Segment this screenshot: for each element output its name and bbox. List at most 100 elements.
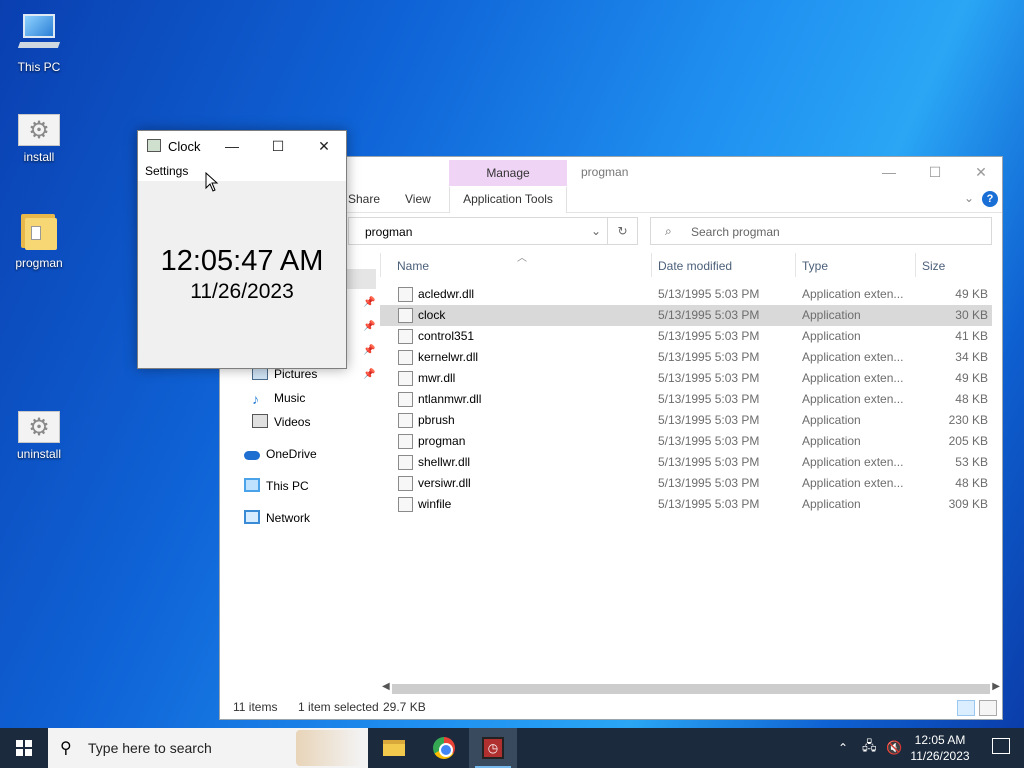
search-highlight-image xyxy=(296,730,362,766)
tab-share[interactable]: Share xyxy=(348,192,380,206)
file-icon xyxy=(398,434,413,449)
tray-overflow-icon[interactable]: ⌃ xyxy=(838,728,848,768)
file-type: Application exten... xyxy=(802,350,904,364)
taskbar-chrome[interactable] xyxy=(420,728,468,768)
column-header-name[interactable]: Name xyxy=(397,259,429,273)
file-row[interactable]: control351 5/13/1995 5:03 PM Application 41… xyxy=(380,326,992,347)
nav-item-this-pc[interactable]: This PC xyxy=(244,475,309,497)
desktop-icon-label: progman xyxy=(15,256,63,270)
maximize-button[interactable]: ☐ xyxy=(912,157,958,187)
file-row[interactable]: progman 5/13/1995 5:03 PM Application 205 K… xyxy=(380,431,992,452)
file-size: 53 KB xyxy=(955,455,988,469)
desktop-icon-label: uninstall xyxy=(16,447,62,461)
file-type: Application exten... xyxy=(802,455,904,469)
file-icon xyxy=(398,497,413,512)
taskbar-search-placeholder: Type here to search xyxy=(88,740,212,756)
horizontal-scrollbar[interactable]: ◀ ▶ xyxy=(380,681,1002,695)
desktop-icon-install[interactable]: ⚙ install xyxy=(1,108,77,164)
search-input[interactable]: ⌕ Search progman xyxy=(650,217,992,245)
scrollbar-thumb[interactable] xyxy=(392,684,990,694)
file-size: 309 KB xyxy=(948,497,988,511)
chevron-down-icon[interactable]: ⌄ xyxy=(591,224,601,238)
file-type: Application exten... xyxy=(802,287,904,301)
volume-muted-icon[interactable]: 🔇 xyxy=(886,728,902,768)
file-type: Application exten... xyxy=(802,476,904,490)
close-button[interactable]: ✕ xyxy=(958,157,1004,187)
file-date-modified: 5/13/1995 5:03 PM xyxy=(658,413,760,427)
file-date-modified: 5/13/1995 5:03 PM xyxy=(658,287,760,301)
taskbar: ⚲ Type here to search ◷ ⌃ 🖧 🔇 12:05 AM 1… xyxy=(0,728,1024,768)
address-bar[interactable]: progman ⌄ xyxy=(348,217,608,245)
taskbar-file-explorer[interactable] xyxy=(370,728,418,768)
file-row[interactable]: acledwr.dll 5/13/1995 5:03 PM Application … xyxy=(380,284,992,305)
search-placeholder: Search progman xyxy=(691,225,780,239)
clock-window: Clock — ☐ ✕ Settings 12:05:47 AM 11/26/2… xyxy=(137,130,347,369)
minimize-button[interactable]: — xyxy=(209,131,255,161)
help-icon[interactable]: ? xyxy=(982,191,998,207)
file-icon xyxy=(398,308,413,323)
notification-center-icon[interactable] xyxy=(992,738,1010,754)
clock-titlebar[interactable]: Clock — ☐ ✕ xyxy=(138,131,346,161)
taskbar-clock-app[interactable]: ◷ xyxy=(469,728,517,768)
computer-icon xyxy=(17,12,61,56)
pin-icon: 📌 xyxy=(363,369,376,380)
file-row[interactable]: kernelwr.dll 5/13/1995 5:03 PM Application… xyxy=(380,347,992,368)
file-size: 230 KB xyxy=(948,413,988,427)
file-row[interactable]: versiwr.dll 5/13/1995 5:03 PM Application … xyxy=(380,473,992,494)
tab-view[interactable]: View xyxy=(405,192,431,206)
maximize-button[interactable]: ☐ xyxy=(255,131,301,161)
pin-icon: 📌 xyxy=(363,321,376,332)
nav-item-network[interactable]: Network xyxy=(244,507,310,529)
large-icons-view-icon[interactable] xyxy=(979,700,997,716)
windows-logo-icon xyxy=(16,740,32,756)
search-icon: ⌕ xyxy=(665,224,672,238)
column-header-size[interactable]: Size xyxy=(922,259,945,273)
scroll-left-icon[interactable]: ◀ xyxy=(382,681,390,692)
file-icon xyxy=(398,413,413,428)
file-row[interactable]: mwr.dll 5/13/1995 5:03 PM Application exte… xyxy=(380,368,992,389)
nav-item-music[interactable]: ♪ Music xyxy=(252,387,305,409)
taskbar-search-box[interactable]: ⚲ Type here to search xyxy=(48,728,368,768)
file-row[interactable]: winfile 5/13/1995 5:03 PM Application 309 K… xyxy=(380,494,992,515)
minimize-button[interactable]: — xyxy=(866,157,912,187)
scroll-right-icon[interactable]: ▶ xyxy=(992,681,1000,692)
nav-item-videos[interactable]: Videos xyxy=(252,411,310,433)
file-row[interactable]: ntlanmwr.dll 5/13/1995 5:03 PM Application… xyxy=(380,389,992,410)
system-clock[interactable]: 12:05 AM 11/26/2023 xyxy=(906,732,974,764)
tab-application-tools[interactable]: Application Tools xyxy=(449,187,567,213)
pin-icon: 📌 xyxy=(363,345,376,356)
file-type: Application exten... xyxy=(802,371,904,385)
file-icon xyxy=(398,350,413,365)
desktop-icon-this-pc[interactable]: This PC xyxy=(1,12,77,74)
chevron-down-icon[interactable]: ⌄ xyxy=(964,191,974,205)
network-status-icon[interactable]: 🖧 xyxy=(862,728,877,768)
desktop-icon-uninstall[interactable]: ⚙ uninstall xyxy=(1,405,77,461)
file-icon xyxy=(398,371,413,386)
file-date-modified: 5/13/1995 5:03 PM xyxy=(658,308,760,322)
clock-title: Clock xyxy=(168,139,201,154)
file-row[interactable]: pbrush 5/13/1995 5:03 PM Application 230 KB xyxy=(380,410,992,431)
nav-item-onedrive[interactable]: OneDrive xyxy=(244,443,317,465)
desktop-icon-progman[interactable]: progman xyxy=(1,208,77,270)
file-row[interactable]: clock 5/13/1995 5:03 PM Application 30 KB xyxy=(380,305,992,326)
desktop-icon-label: install xyxy=(23,150,55,164)
refresh-button[interactable]: ↻ xyxy=(608,217,638,245)
tray-date: 11/26/2023 xyxy=(910,749,970,763)
details-view-icon[interactable] xyxy=(957,700,975,716)
column-header-type[interactable]: Type xyxy=(802,259,828,273)
file-type: Application xyxy=(802,497,861,511)
close-button[interactable]: ✕ xyxy=(301,131,347,161)
folder-icon xyxy=(383,740,405,756)
clock-time-display: 12:05:47 AM xyxy=(160,245,324,277)
file-size: 41 KB xyxy=(955,329,988,343)
tab-manage[interactable]: Manage xyxy=(449,160,567,186)
gear-icon: ⚙ xyxy=(18,114,60,146)
search-icon: ⚲ xyxy=(60,740,72,757)
file-size: 205 KB xyxy=(948,434,988,448)
network-icon xyxy=(244,510,260,524)
file-row[interactable]: shellwr.dll 5/13/1995 5:03 PM Application … xyxy=(380,452,992,473)
clock-app-icon xyxy=(147,139,161,152)
column-header-date-modified[interactable]: Date modified xyxy=(658,259,732,273)
start-button[interactable] xyxy=(0,728,48,768)
menu-settings[interactable]: Settings xyxy=(145,164,188,178)
